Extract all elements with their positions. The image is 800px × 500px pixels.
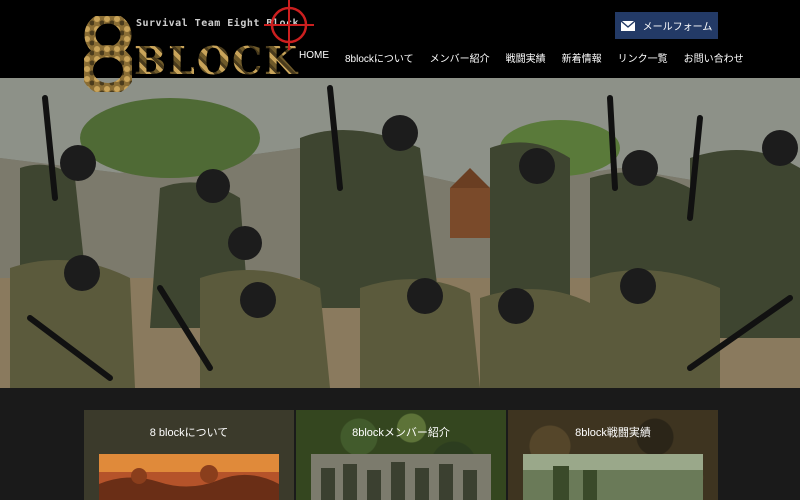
mail-form-label: メールフォーム	[642, 22, 713, 33]
card-about[interactable]: 8 blockについて	[84, 410, 294, 500]
card-members-image	[311, 454, 491, 500]
nav-item-contact[interactable]: お問い合わせ	[676, 50, 752, 65]
envelope-icon	[620, 20, 635, 31]
mail-form-button[interactable]: メールフォーム	[615, 12, 718, 39]
hero-team-photo	[0, 78, 800, 388]
nav-item-links[interactable]: リンク一覧	[610, 50, 676, 65]
card-members[interactable]: 8blockメンバー紹介	[296, 410, 506, 500]
hero-illustration	[0, 78, 800, 388]
crosshair-icon	[264, 0, 314, 50]
main-nav: HOME 8blockについて メンバー紹介 戦闘実績 新着情報 リンク一覧 お…	[299, 50, 752, 65]
feature-section: 8 blockについて 8blockメンバー紹介 8block戦闘実績	[0, 388, 800, 500]
nav-item-battle-record[interactable]: 戦闘実績	[498, 50, 554, 65]
site-logo[interactable]: Survival Team Eight Block BLOCK	[84, 0, 324, 92]
site-header: Survival Team Eight Block BLOCK メールフォーム …	[0, 0, 800, 92]
nav-item-news[interactable]: 新着情報	[554, 50, 610, 65]
card-battle-record-image	[523, 454, 703, 500]
nav-item-members[interactable]: メンバー紹介	[422, 50, 498, 65]
card-about-title: 8 blockについて	[149, 427, 229, 439]
nav-item-about[interactable]: 8blockについて	[337, 50, 422, 65]
card-members-title: 8blockメンバー紹介	[352, 427, 450, 439]
card-battle-record[interactable]: 8block戦闘実績	[508, 410, 718, 500]
logo-eight-mark	[84, 16, 132, 92]
card-about-image	[99, 454, 279, 500]
card-battle-record-title: 8block戦闘実績	[575, 427, 651, 439]
